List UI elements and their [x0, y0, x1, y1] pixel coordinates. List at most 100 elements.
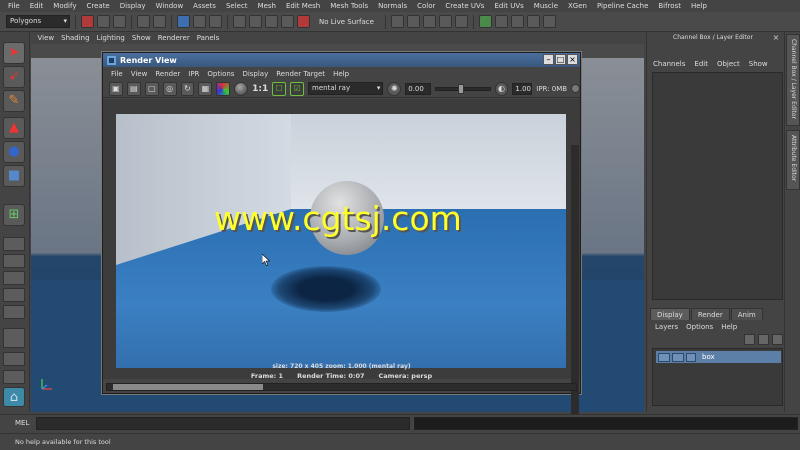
rv-menu-render[interactable]: Render [151, 70, 184, 78]
menu-pipeline-cache[interactable]: Pipeline Cache [592, 2, 653, 10]
exposure-icon[interactable]: ✺ [387, 81, 402, 96]
hypershade-icon[interactable] [454, 15, 468, 28]
menu-edit-mesh[interactable]: Edit Mesh [281, 2, 325, 10]
script-language-label[interactable]: MEL [15, 419, 29, 427]
save-scene-icon[interactable] [113, 15, 126, 28]
renderer-dropdown[interactable]: mental ray [308, 82, 384, 95]
menu-color[interactable]: Color [412, 2, 440, 10]
render-view-title-bar[interactable]: Render View – □ × [103, 53, 580, 67]
menu-mesh[interactable]: Mesh [253, 2, 281, 10]
menu-normals[interactable]: Normals [373, 2, 412, 10]
open-scene-icon[interactable] [97, 15, 110, 28]
attribute-editor-icon[interactable] [510, 15, 524, 28]
le-menu-layers[interactable]: Layers [655, 323, 678, 331]
tab-display[interactable]: Display [650, 308, 690, 320]
arnold-shelf-button[interactable]: ⌂ [3, 387, 25, 407]
minimize-icon[interactable]: – [543, 54, 554, 65]
select-component-icon[interactable] [209, 15, 222, 28]
scale-tool[interactable]: ■ [3, 165, 25, 187]
menu-file[interactable]: File [3, 2, 25, 10]
rv-menu-display[interactable]: Display [238, 70, 272, 78]
close-icon[interactable]: × [771, 33, 781, 43]
select-hierarchy-icon[interactable] [177, 15, 190, 28]
menu-edit-uvs[interactable]: Edit UVs [489, 2, 528, 10]
move-tool[interactable]: ▲ [3, 117, 25, 139]
layout-four-button[interactable] [3, 254, 25, 268]
cb-menu-edit[interactable]: Edit [694, 60, 708, 68]
rv-menu-help[interactable]: Help [329, 70, 353, 78]
rv-menu-view[interactable]: View [127, 70, 152, 78]
select-tool[interactable]: ➤ [3, 42, 25, 64]
layout-split-button[interactable] [3, 328, 25, 348]
cb-menu-channels[interactable]: Channels [653, 60, 685, 68]
rv-menu-ipr[interactable]: IPR [184, 70, 203, 78]
layout-hypershade-button[interactable] [3, 370, 25, 384]
lasso-tool[interactable]: ➶ [3, 66, 25, 88]
refresh-icon[interactable]: ↻ [180, 81, 195, 96]
layer-row[interactable]: box [656, 351, 781, 363]
tab-channel-box-layer-editor[interactable]: Channel Box / Layer Editor [786, 34, 800, 126]
vp-menu-lighting[interactable]: Lighting [93, 34, 128, 42]
snap-grid-icon[interactable] [233, 15, 246, 28]
playback-toggle[interactable] [672, 352, 684, 362]
menu-xgen[interactable]: XGen [563, 2, 592, 10]
vp-menu-view[interactable]: View [34, 34, 58, 42]
cb-menu-show[interactable]: Show [749, 60, 768, 68]
modeling-toolkit-icon[interactable] [478, 15, 492, 28]
le-menu-options[interactable]: Options [686, 323, 713, 331]
command-input[interactable] [36, 417, 410, 430]
maximize-icon[interactable]: □ [555, 54, 566, 65]
tab-attribute-editor[interactable]: Attribute Editor [786, 130, 800, 190]
rv-menu-file[interactable]: File [107, 70, 127, 78]
color-manage-icon[interactable]: ☑ [290, 81, 305, 96]
close-icon[interactable]: × [567, 54, 578, 65]
tab-anim[interactable]: Anim [730, 308, 763, 320]
redo-icon[interactable] [153, 15, 166, 28]
snapshot-icon[interactable]: ◎ [162, 81, 177, 96]
le-menu-help[interactable]: Help [721, 323, 737, 331]
visibility-toggle[interactable] [658, 352, 670, 362]
tool-settings-icon[interactable] [526, 15, 540, 28]
vp-menu-show[interactable]: Show [128, 34, 154, 42]
render-frame-icon[interactable] [406, 15, 420, 28]
snap-curve-icon[interactable] [249, 15, 262, 28]
menu-display[interactable]: Display [115, 2, 151, 10]
vp-menu-renderer[interactable]: Renderer [154, 34, 193, 42]
layout-outliner-button[interactable] [3, 288, 25, 302]
render-region-icon[interactable]: ▢ [144, 81, 159, 96]
render-image-area[interactable] [103, 99, 580, 428]
menu-mesh-tools[interactable]: Mesh Tools [325, 2, 373, 10]
redo-render-icon[interactable]: ▣ [109, 81, 123, 96]
exposure-slider[interactable] [435, 83, 491, 94]
menu-assets[interactable]: Assets [188, 2, 221, 10]
menu-select[interactable]: Select [221, 2, 253, 10]
vp-menu-shading[interactable]: Shading [58, 34, 93, 42]
cb-menu-object[interactable]: Object [717, 60, 740, 68]
render-view-horizontal-scrollbar[interactable] [106, 383, 577, 391]
channel-box-list[interactable] [652, 72, 783, 300]
vp-menu-panels[interactable]: Panels [193, 34, 223, 42]
rv-menu-options[interactable]: Options [203, 70, 238, 78]
undo-icon[interactable] [137, 15, 150, 28]
move-layer-up-icon[interactable] [744, 334, 755, 345]
history-icon[interactable] [390, 15, 404, 28]
ipr-render-icon[interactable] [422, 15, 436, 28]
rgb-channels-icon[interactable] [216, 81, 231, 96]
display-ui-icon[interactable]: ☐ [272, 81, 287, 96]
new-empty-layer-icon[interactable] [758, 334, 769, 345]
menu-create-uvs[interactable]: Create UVs [440, 2, 489, 10]
new-layer-selected-icon[interactable] [772, 334, 783, 345]
real-size-button[interactable]: 1:1 [252, 84, 268, 94]
render-view-window[interactable]: Render View – □ × File View Render IPR O… [102, 52, 581, 428]
menu-modify[interactable]: Modify [48, 2, 81, 10]
menu-set-dropdown[interactable]: Polygons [6, 15, 70, 28]
rv-menu-render-target[interactable]: Render Target [272, 70, 329, 78]
menu-bifrost[interactable]: Bifrost [653, 2, 686, 10]
gamma-icon[interactable]: ◐ [494, 81, 509, 96]
alpha-channel-icon[interactable] [234, 81, 249, 96]
rotate-tool[interactable]: ● [3, 141, 25, 163]
layout-side-button[interactable] [3, 271, 25, 285]
menu-window[interactable]: Window [151, 2, 189, 10]
exposure-field[interactable]: 0.00 [405, 82, 432, 95]
snap-point-icon[interactable] [265, 15, 278, 28]
